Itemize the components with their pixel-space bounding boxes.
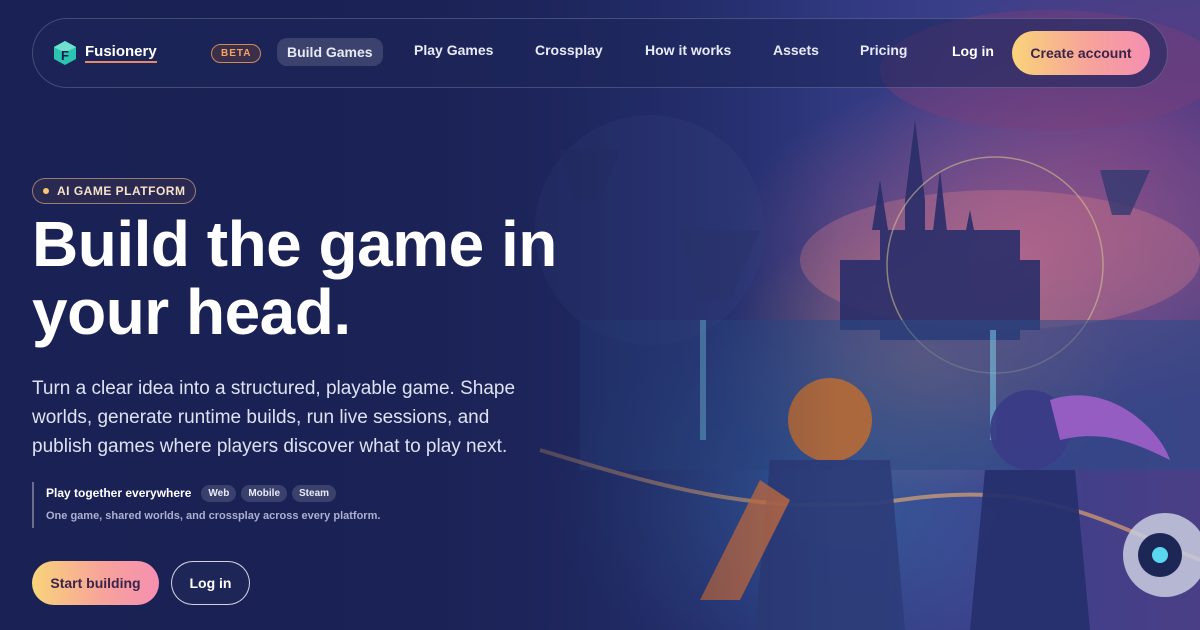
platform-title: Play together everywhere: [46, 486, 192, 500]
nav-item-assets[interactable]: Assets: [773, 42, 819, 58]
nav-item-how-it-works[interactable]: How it works: [645, 42, 731, 58]
headline-line-2: your head.: [32, 276, 351, 348]
hero-category-badge: AI GAME PLATFORM: [32, 178, 197, 204]
start-building-button[interactable]: Start building: [32, 561, 159, 605]
create-account-button[interactable]: Create account: [1012, 31, 1150, 75]
platform-description: One game, shared worlds, and crossplay a…: [46, 510, 381, 522]
hero-login-button[interactable]: Log in: [171, 561, 250, 605]
platform-chip-steam: Steam: [292, 484, 337, 502]
brand-name: Fusionery: [85, 43, 157, 63]
nav-item-crossplay[interactable]: Crossplay: [535, 42, 603, 58]
platform-chip-web: Web: [201, 484, 237, 502]
badge-label: AI GAME PLATFORM: [57, 184, 186, 198]
svg-text:F: F: [61, 48, 69, 63]
top-navigation: F Fusionery BETA Build Games Play Games …: [32, 18, 1168, 88]
platform-support-callout: Play together everywhere Web Mobile Stea…: [32, 482, 380, 528]
beta-badge: BETA: [211, 44, 262, 63]
fusionery-logo-icon: F: [53, 40, 77, 66]
brand-logo[interactable]: F Fusionery: [53, 40, 157, 66]
badge-dot-icon: [43, 188, 49, 194]
hero-headline: Build the game in your head.: [32, 210, 632, 346]
nav-login-link[interactable]: Log in: [952, 43, 994, 59]
headline-line-1: Build the game in: [32, 208, 557, 280]
nav-item-play-games[interactable]: Play Games: [414, 42, 493, 58]
hero-subtext: Turn a clear idea into a structured, pla…: [32, 378, 516, 457]
nav-item-build-games[interactable]: Build Games: [277, 38, 383, 66]
nav-item-pricing[interactable]: Pricing: [860, 42, 907, 58]
platform-chip-mobile: Mobile: [241, 484, 288, 502]
